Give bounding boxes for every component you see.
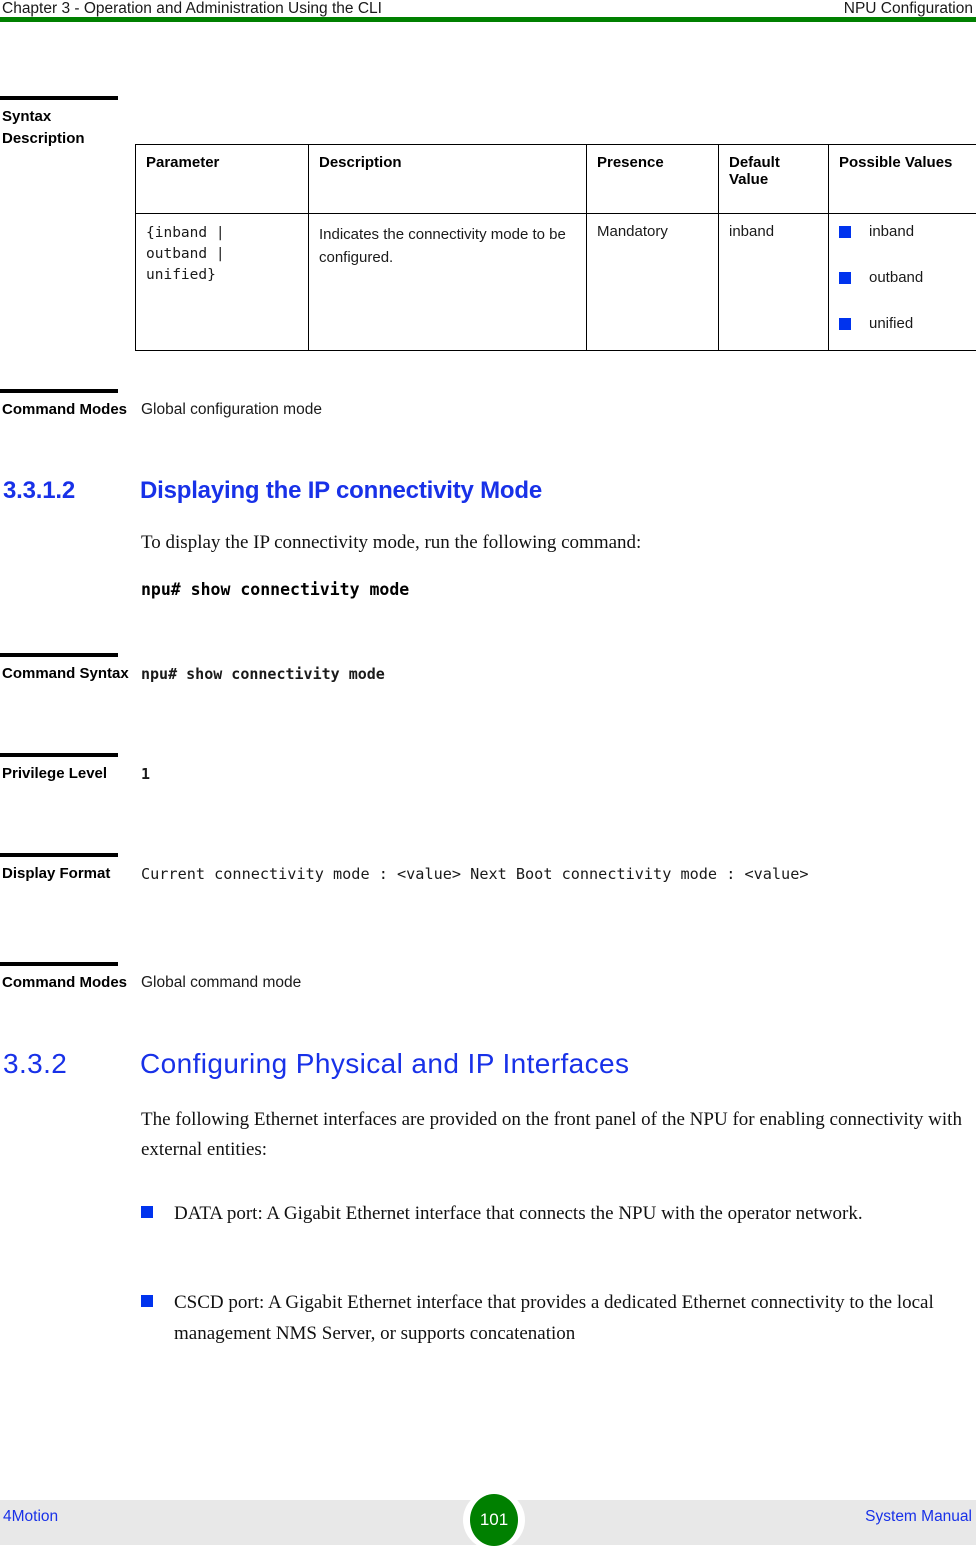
header-section-title: NPU Configuration bbox=[844, 0, 973, 18]
section-3-3-1-2-paragraph: To display the IP connectivity mode, run… bbox=[141, 528, 961, 558]
syntax-description-label: Syntax Description bbox=[2, 106, 132, 150]
privilege-level-rule bbox=[0, 753, 118, 757]
page-number-badge: 101 bbox=[470, 1494, 518, 1546]
possible-value-label: inband bbox=[869, 223, 914, 240]
command-modes-rule-2 bbox=[0, 962, 118, 966]
command-syntax-value: npu# show connectivity mode bbox=[141, 663, 385, 685]
column-header-presence: Presence bbox=[587, 145, 719, 214]
command-syntax-rule bbox=[0, 653, 118, 657]
command-modes-rule-1 bbox=[0, 389, 118, 393]
bullet-text: DATA port: A Gigabit Ethernet interface … bbox=[174, 1198, 971, 1229]
square-bullet-icon bbox=[141, 1206, 153, 1218]
cell-parameter: {inband | outband | unified} bbox=[136, 214, 309, 351]
column-header-possible-values: Possible Values bbox=[829, 145, 976, 214]
command-modes-value-1: Global configuration mode bbox=[141, 399, 322, 421]
list-item: unified bbox=[839, 315, 967, 333]
privilege-level-label: Privilege Level bbox=[2, 763, 132, 785]
list-item: DATA port: A Gigabit Ethernet interface … bbox=[141, 1198, 971, 1229]
display-format-value: Current connectivity mode : <value> Next… bbox=[141, 863, 809, 885]
column-header-description: Description bbox=[309, 145, 587, 214]
header-chapter-title: Chapter 3 - Operation and Administration… bbox=[2, 0, 382, 18]
command-syntax-label: Command Syntax bbox=[2, 663, 132, 685]
section-3-3-2-paragraph: The following Ethernet interfaces are pr… bbox=[141, 1105, 971, 1165]
display-format-rule bbox=[0, 853, 118, 857]
section-heading-3-3-2: 3.3.2 Configuring Physical and IP Interf… bbox=[0, 1048, 976, 1086]
privilege-level-value: 1 bbox=[141, 763, 150, 785]
section-heading-3-3-1-2: 3.3.1.2 Displaying the IP connectivity M… bbox=[0, 477, 976, 509]
footer-brand: 4Motion bbox=[3, 1508, 58, 1526]
footer-document-title: System Manual bbox=[865, 1508, 972, 1526]
possible-values-list: inband outband unified bbox=[839, 223, 967, 333]
command-modes-value-2: Global command mode bbox=[141, 972, 301, 994]
syntax-description-table: Parameter Description Presence Default V… bbox=[135, 144, 976, 351]
section-number: 3.3.1.2 bbox=[3, 477, 75, 505]
syntax-description-rule bbox=[0, 96, 118, 100]
possible-value-label: outband bbox=[869, 269, 923, 286]
square-bullet-icon bbox=[839, 272, 851, 284]
display-format-label: Display Format bbox=[2, 863, 132, 885]
square-bullet-icon bbox=[839, 226, 851, 238]
list-item: inband bbox=[839, 223, 967, 241]
list-item: outband bbox=[839, 269, 967, 287]
table-header-row: Parameter Description Presence Default V… bbox=[136, 145, 976, 214]
square-bullet-icon bbox=[141, 1295, 153, 1307]
cell-possible-values: inband outband unified bbox=[829, 214, 976, 351]
list-item: CSCD port: A Gigabit Ethernet interface … bbox=[141, 1287, 971, 1349]
cell-description: Indicates the connectivity mode to be co… bbox=[309, 214, 587, 351]
parameter-code: {inband | outband | unified} bbox=[146, 225, 225, 283]
cell-default-value: inband bbox=[719, 214, 829, 351]
section-title: Configuring Physical and IP Interfaces bbox=[140, 1048, 629, 1080]
command-modes-label-1: Command Modes bbox=[2, 399, 132, 421]
section-title: Displaying the IP connectivity Mode bbox=[140, 477, 542, 505]
square-bullet-icon bbox=[839, 318, 851, 330]
cell-presence: Mandatory bbox=[587, 214, 719, 351]
command-modes-label-2: Command Modes bbox=[2, 972, 132, 994]
header-green-rule bbox=[0, 17, 976, 22]
section-3-3-1-2-command: npu# show connectivity mode bbox=[141, 580, 409, 599]
column-header-parameter: Parameter bbox=[136, 145, 309, 214]
table-row: {inband | outband | unified} Indicates t… bbox=[136, 214, 976, 351]
possible-value-label: unified bbox=[869, 315, 913, 332]
bullet-text: CSCD port: A Gigabit Ethernet interface … bbox=[174, 1287, 971, 1349]
column-header-default-value: Default Value bbox=[719, 145, 829, 214]
section-number: 3.3.2 bbox=[3, 1048, 67, 1080]
